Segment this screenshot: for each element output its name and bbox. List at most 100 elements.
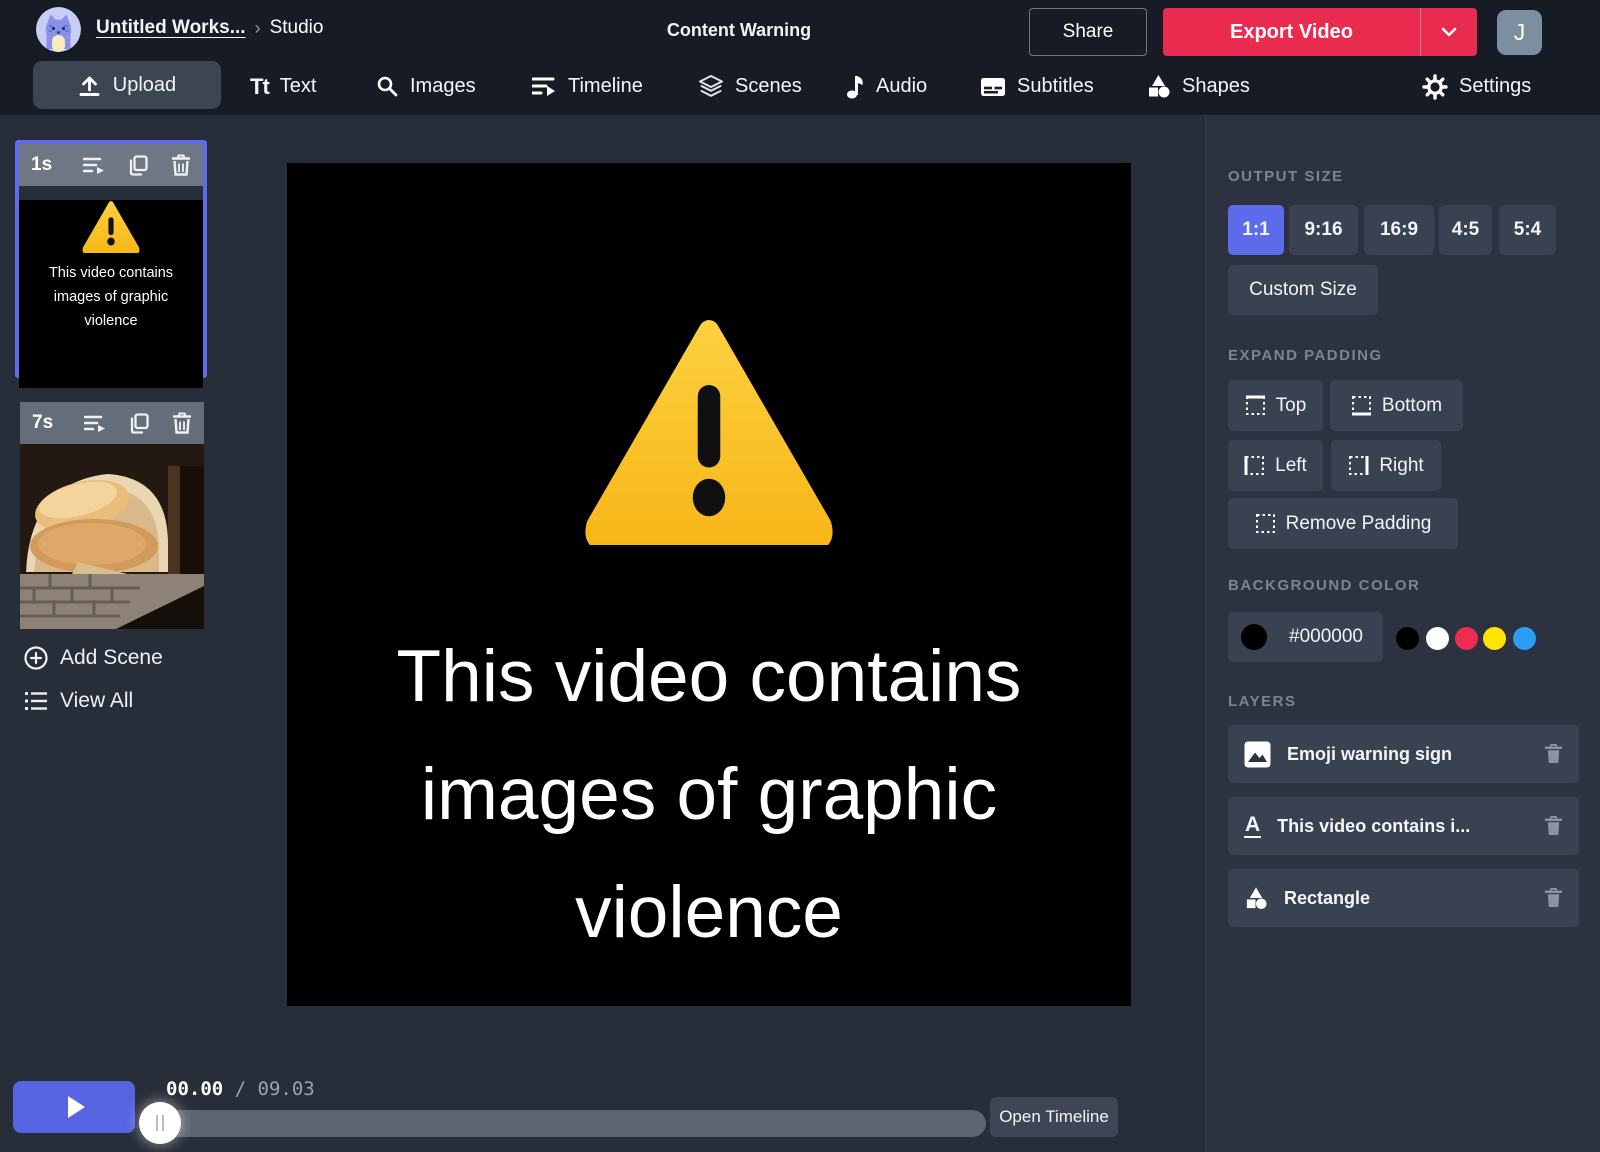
tool-scenes[interactable]: Scenes [698,58,802,115]
right-panel: OUTPUT SIZE 1:1 9:16 16:9 4:5 5:4 Custom… [1203,115,1600,1152]
export-video-button[interactable]: Export Video [1163,8,1477,56]
export-options-button[interactable] [1421,27,1477,37]
workspace-logo[interactable] [36,7,81,52]
share-button[interactable]: Share [1029,8,1147,56]
ratio-9-16-button[interactable]: 9:16 [1289,205,1358,255]
tool-settings-label: Settings [1459,75,1531,98]
plus-circle-icon [24,646,48,670]
seek-bar[interactable] [154,1110,986,1137]
view-all-label: View All [60,689,133,713]
scene-2-delete-button[interactable] [172,412,192,434]
swatch-yellow[interactable] [1483,627,1506,650]
pad-left-icon [1244,455,1265,476]
background-color-value: #000000 [1289,626,1363,648]
scene-1-reorder-button[interactable] [83,156,106,175]
layer-text-delete-button[interactable] [1544,815,1563,837]
layer-name: Emoji warning sign [1287,744,1528,765]
background-color-button[interactable]: #000000 [1228,612,1383,662]
output-size-label: OUTPUT SIZE [1228,168,1344,185]
seek-handle[interactable] [139,1102,181,1144]
swatch-blue[interactable] [1513,627,1536,650]
text-layer-icon: A [1244,814,1261,838]
reorder-icon [83,156,106,175]
cat-avatar-icon [36,7,81,52]
layer-rectangle-delete-button[interactable] [1544,887,1563,909]
subtitles-icon [980,77,1006,97]
pad-right-icon [1348,455,1369,476]
reorder-icon [84,414,107,433]
tool-upload-label: Upload [113,74,176,97]
add-scene-button[interactable]: Add Scene [24,646,163,670]
scene-card-2[interactable]: 7s [20,402,204,629]
remove-padding-button[interactable]: Remove Padding [1228,498,1458,549]
ratio-5-4-button[interactable]: 5:4 [1499,205,1556,255]
pad-right-button[interactable]: Right [1331,440,1441,491]
layer-row-rectangle[interactable]: Rectangle [1228,869,1579,927]
pad-left-button[interactable]: Left [1228,440,1323,491]
swatch-red[interactable] [1455,627,1478,650]
trash-icon [1544,815,1563,837]
ratio-1-1-button[interactable]: 1:1 [1228,205,1284,255]
pad-top-icon [1245,395,1266,416]
ratio-4-5-button[interactable]: 4:5 [1439,205,1492,255]
video-canvas[interactable]: This video contains images of graphic vi… [287,163,1131,1006]
layer-emoji-delete-button[interactable] [1544,743,1563,765]
layer-row-emoji[interactable]: Emoji warning sign [1228,725,1579,783]
expand-padding-label: EXPAND PADDING [1228,347,1383,364]
open-timeline-button[interactable]: Open Timeline [990,1097,1118,1137]
pad-top-button[interactable]: Top [1228,380,1323,431]
export-video-label: Export Video [1163,21,1420,44]
duplicate-icon [129,413,150,434]
view-all-button[interactable]: View All [24,689,133,713]
warning-text-layer[interactable]: This video contains images of graphic vi… [287,618,1131,972]
play-icon [68,1096,85,1118]
tool-timeline-label: Timeline [568,75,643,98]
image-layer-icon [1244,741,1271,768]
add-scene-label: Add Scene [60,646,163,670]
time-separator: / [223,1078,257,1100]
timeline-icon [532,76,557,97]
user-avatar[interactable]: J [1497,10,1542,55]
timecode: 00.00 / 09.03 [166,1078,315,1100]
scene-card-1[interactable]: 1s [15,140,207,378]
breadcrumb-separator: › [255,18,261,39]
scene-1-delete-button[interactable] [171,154,191,176]
workspace: 1s [0,115,1203,1152]
header-bar: Untitled Works... › Studio Content Warni… [0,0,1600,58]
tool-subtitles[interactable]: Subtitles [980,58,1094,115]
tool-upload[interactable]: Upload [33,61,221,109]
warning-sign-icon [82,200,140,253]
scene-1-duplicate-button[interactable] [128,155,149,176]
play-button[interactable] [13,1081,135,1133]
workspace-name-link[interactable]: Untitled Works... [96,17,246,39]
tool-images[interactable]: Images [376,58,476,115]
layer-row-text[interactable]: A This video contains i... [1228,797,1579,855]
scene-1-header: 1s [19,144,203,186]
shape-layer-icon [1244,887,1268,910]
project-title: Content Warning [667,20,811,41]
layer-name: Rectangle [1284,888,1528,909]
pizza-oven-thumbnail [20,444,204,629]
scene-2-header: 7s [20,402,204,444]
swatch-black[interactable] [1396,627,1419,650]
trash-icon [172,412,192,434]
swatch-white[interactable] [1426,627,1449,650]
trash-icon [1544,887,1563,909]
trash-icon [1544,743,1563,765]
tool-timeline[interactable]: Timeline [532,58,643,115]
background-color-label: BACKGROUND COLOR [1228,577,1420,594]
scene-2-duplicate-button[interactable] [129,413,150,434]
custom-size-button[interactable]: Custom Size [1228,265,1378,315]
pad-bottom-icon [1351,395,1372,416]
tool-shapes[interactable]: Shapes [1146,58,1250,115]
tool-settings[interactable]: Settings [1422,58,1531,115]
chevron-down-icon [1441,27,1457,37]
scene-1-caption: This video contains images of graphic vi… [19,261,203,333]
tool-audio[interactable]: Audio [846,58,927,115]
ratio-16-9-button[interactable]: 16:9 [1364,205,1434,255]
pad-bottom-button[interactable]: Bottom [1330,380,1463,431]
scene-2-reorder-button[interactable] [84,414,107,433]
warning-sign-layer[interactable] [584,315,834,545]
tool-text[interactable]: Tt Text [250,58,316,115]
tool-images-label: Images [410,75,476,98]
